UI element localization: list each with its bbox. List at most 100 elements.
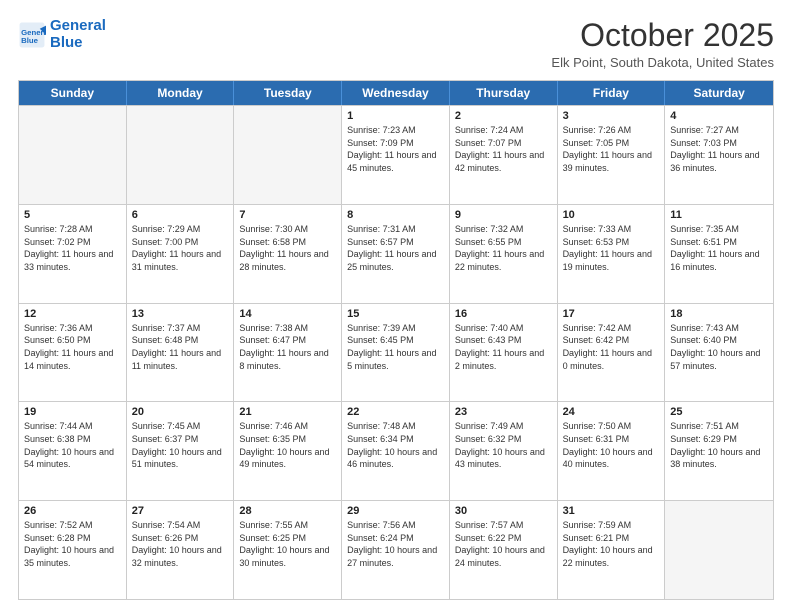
cell-info: Sunrise: 7:49 AM Sunset: 6:32 PM Dayligh…: [455, 420, 552, 470]
cell-info: Sunrise: 7:51 AM Sunset: 6:29 PM Dayligh…: [670, 420, 768, 470]
day-number: 2: [455, 110, 552, 122]
weekday-header-sunday: Sunday: [19, 81, 127, 105]
weekday-header-saturday: Saturday: [665, 81, 773, 105]
cell-info: Sunrise: 7:28 AM Sunset: 7:02 PM Dayligh…: [24, 223, 121, 273]
cell-info: Sunrise: 7:43 AM Sunset: 6:40 PM Dayligh…: [670, 322, 768, 372]
weekday-header-tuesday: Tuesday: [234, 81, 342, 105]
cell-info: Sunrise: 7:27 AM Sunset: 7:03 PM Dayligh…: [670, 124, 768, 174]
day-number: 26: [24, 505, 121, 517]
day-number: 1: [347, 110, 444, 122]
cell-info: Sunrise: 7:35 AM Sunset: 6:51 PM Dayligh…: [670, 223, 768, 273]
cell-info: Sunrise: 7:50 AM Sunset: 6:31 PM Dayligh…: [563, 420, 660, 470]
calendar-cell-5: 5 Sunrise: 7:28 AM Sunset: 7:02 PM Daylig…: [19, 205, 127, 303]
calendar-cell-16: 16 Sunrise: 7:40 AM Sunset: 6:43 PM Dayli…: [450, 304, 558, 402]
calendar-cell-11: 11 Sunrise: 7:35 AM Sunset: 6:51 PM Dayli…: [665, 205, 773, 303]
cell-info: Sunrise: 7:42 AM Sunset: 6:42 PM Dayligh…: [563, 322, 660, 372]
day-number: 11: [670, 209, 768, 221]
calendar-cell-empty-0-1: [127, 106, 235, 204]
cell-info: Sunrise: 7:26 AM Sunset: 7:05 PM Dayligh…: [563, 124, 660, 174]
cell-info: Sunrise: 7:48 AM Sunset: 6:34 PM Dayligh…: [347, 420, 444, 470]
day-number: 5: [24, 209, 121, 221]
weekday-header-thursday: Thursday: [450, 81, 558, 105]
calendar-row-1: 5 Sunrise: 7:28 AM Sunset: 7:02 PM Daylig…: [19, 204, 773, 303]
day-number: 27: [132, 505, 229, 517]
day-number: 23: [455, 406, 552, 418]
calendar-cell-30: 30 Sunrise: 7:57 AM Sunset: 6:22 PM Dayli…: [450, 501, 558, 599]
cell-info: Sunrise: 7:55 AM Sunset: 6:25 PM Dayligh…: [239, 519, 336, 569]
day-number: 19: [24, 406, 121, 418]
cell-info: Sunrise: 7:56 AM Sunset: 6:24 PM Dayligh…: [347, 519, 444, 569]
calendar-header: SundayMondayTuesdayWednesdayThursdayFrid…: [19, 81, 773, 105]
cell-info: Sunrise: 7:44 AM Sunset: 6:38 PM Dayligh…: [24, 420, 121, 470]
day-number: 7: [239, 209, 336, 221]
weekday-header-friday: Friday: [558, 81, 666, 105]
day-number: 15: [347, 308, 444, 320]
calendar-cell-4: 4 Sunrise: 7:27 AM Sunset: 7:03 PM Daylig…: [665, 106, 773, 204]
calendar-cell-2: 2 Sunrise: 7:24 AM Sunset: 7:07 PM Daylig…: [450, 106, 558, 204]
day-number: 28: [239, 505, 336, 517]
calendar-cell-23: 23 Sunrise: 7:49 AM Sunset: 6:32 PM Dayli…: [450, 402, 558, 500]
calendar-cell-13: 13Sunrise: 7:37 AM Sunset: 6:48 PM Dayli…: [127, 304, 235, 402]
calendar-row-3: 19 Sunrise: 7:44 AM Sunset: 6:38 PM Dayli…: [19, 401, 773, 500]
day-number: 24: [563, 406, 660, 418]
calendar-cell-6: 6 Sunrise: 7:29 AM Sunset: 7:00 PM Daylig…: [127, 205, 235, 303]
calendar-cell-27: 27 Sunrise: 7:54 AM Sunset: 6:26 PM Dayli…: [127, 501, 235, 599]
calendar-cell-14: 14Sunrise: 7:38 AM Sunset: 6:47 PM Dayli…: [234, 304, 342, 402]
calendar-cell-17: 17Sunrise: 7:42 AM Sunset: 6:42 PM Dayli…: [558, 304, 666, 402]
cell-info: Sunrise: 7:57 AM Sunset: 6:22 PM Dayligh…: [455, 519, 552, 569]
cell-info: Sunrise: 7:40 AM Sunset: 6:43 PM Dayligh…: [455, 322, 552, 372]
calendar-cell-empty-0-0: [19, 106, 127, 204]
calendar: SundayMondayTuesdayWednesdayThursdayFrid…: [18, 80, 774, 600]
calendar-cell-9: 9Sunrise: 7:32 AM Sunset: 6:55 PM Daylig…: [450, 205, 558, 303]
cell-info: Sunrise: 7:31 AM Sunset: 6:57 PM Dayligh…: [347, 223, 444, 273]
calendar-body: 1 Sunrise: 7:23 AM Sunset: 7:09 PM Daylig…: [19, 105, 773, 599]
title-block: October 2025 Elk Point, South Dakota, Un…: [551, 18, 774, 70]
calendar-cell-24: 24 Sunrise: 7:50 AM Sunset: 6:31 PM Dayli…: [558, 402, 666, 500]
day-number: 30: [455, 505, 552, 517]
day-number: 31: [563, 505, 660, 517]
header: General Blue General Blue October 2025 E…: [18, 18, 774, 70]
calendar-row-4: 26Sunrise: 7:52 AM Sunset: 6:28 PM Dayli…: [19, 500, 773, 599]
calendar-row-0: 1 Sunrise: 7:23 AM Sunset: 7:09 PM Daylig…: [19, 105, 773, 204]
day-number: 12: [24, 308, 121, 320]
calendar-cell-empty-0-2: [234, 106, 342, 204]
page: General Blue General Blue October 2025 E…: [0, 0, 792, 612]
day-number: 6: [132, 209, 229, 221]
logo-text: General Blue: [50, 18, 106, 51]
day-number: 25: [670, 406, 768, 418]
cell-info: Sunrise: 7:46 AM Sunset: 6:35 PM Dayligh…: [239, 420, 336, 470]
cell-info: Sunrise: 7:59 AM Sunset: 6:21 PM Dayligh…: [563, 519, 660, 569]
logo-line1: General: [50, 17, 106, 34]
cell-info: Sunrise: 7:23 AM Sunset: 7:09 PM Dayligh…: [347, 124, 444, 174]
cell-info: Sunrise: 7:29 AM Sunset: 7:00 PM Dayligh…: [132, 223, 229, 273]
day-number: 14: [239, 308, 336, 320]
svg-text:Blue: Blue: [21, 35, 39, 44]
cell-info: Sunrise: 7:24 AM Sunset: 7:07 PM Dayligh…: [455, 124, 552, 174]
calendar-cell-19: 19 Sunrise: 7:44 AM Sunset: 6:38 PM Dayli…: [19, 402, 127, 500]
day-number: 4: [670, 110, 768, 122]
logo: General Blue General Blue: [18, 18, 106, 51]
calendar-cell-12: 12 Sunrise: 7:36 AM Sunset: 6:50 PM Dayli…: [19, 304, 127, 402]
day-number: 20: [132, 406, 229, 418]
cell-info: Sunrise: 7:36 AM Sunset: 6:50 PM Dayligh…: [24, 322, 121, 372]
day-number: 10: [563, 209, 660, 221]
weekday-header-monday: Monday: [127, 81, 235, 105]
calendar-cell-18: 18Sunrise: 7:43 AM Sunset: 6:40 PM Dayli…: [665, 304, 773, 402]
calendar-cell-15: 15Sunrise: 7:39 AM Sunset: 6:45 PM Dayli…: [342, 304, 450, 402]
logo-icon: General Blue: [18, 21, 46, 49]
calendar-cell-29: 29Sunrise: 7:56 AM Sunset: 6:24 PM Dayli…: [342, 501, 450, 599]
calendar-cell-31: 31 Sunrise: 7:59 AM Sunset: 6:21 PM Dayli…: [558, 501, 666, 599]
calendar-cell-21: 21 Sunrise: 7:46 AM Sunset: 6:35 PM Dayli…: [234, 402, 342, 500]
day-number: 21: [239, 406, 336, 418]
calendar-cell-8: 8Sunrise: 7:31 AM Sunset: 6:57 PM Daylig…: [342, 205, 450, 303]
calendar-cell-10: 10Sunrise: 7:33 AM Sunset: 6:53 PM Dayli…: [558, 205, 666, 303]
calendar-cell-7: 7Sunrise: 7:30 AM Sunset: 6:58 PM Daylig…: [234, 205, 342, 303]
day-number: 16: [455, 308, 552, 320]
weekday-header-wednesday: Wednesday: [342, 81, 450, 105]
day-number: 3: [563, 110, 660, 122]
cell-info: Sunrise: 7:54 AM Sunset: 6:26 PM Dayligh…: [132, 519, 229, 569]
calendar-cell-empty-4-6: [665, 501, 773, 599]
calendar-cell-3: 3 Sunrise: 7:26 AM Sunset: 7:05 PM Daylig…: [558, 106, 666, 204]
main-title: October 2025: [551, 18, 774, 53]
cell-info: Sunrise: 7:32 AM Sunset: 6:55 PM Dayligh…: [455, 223, 552, 273]
